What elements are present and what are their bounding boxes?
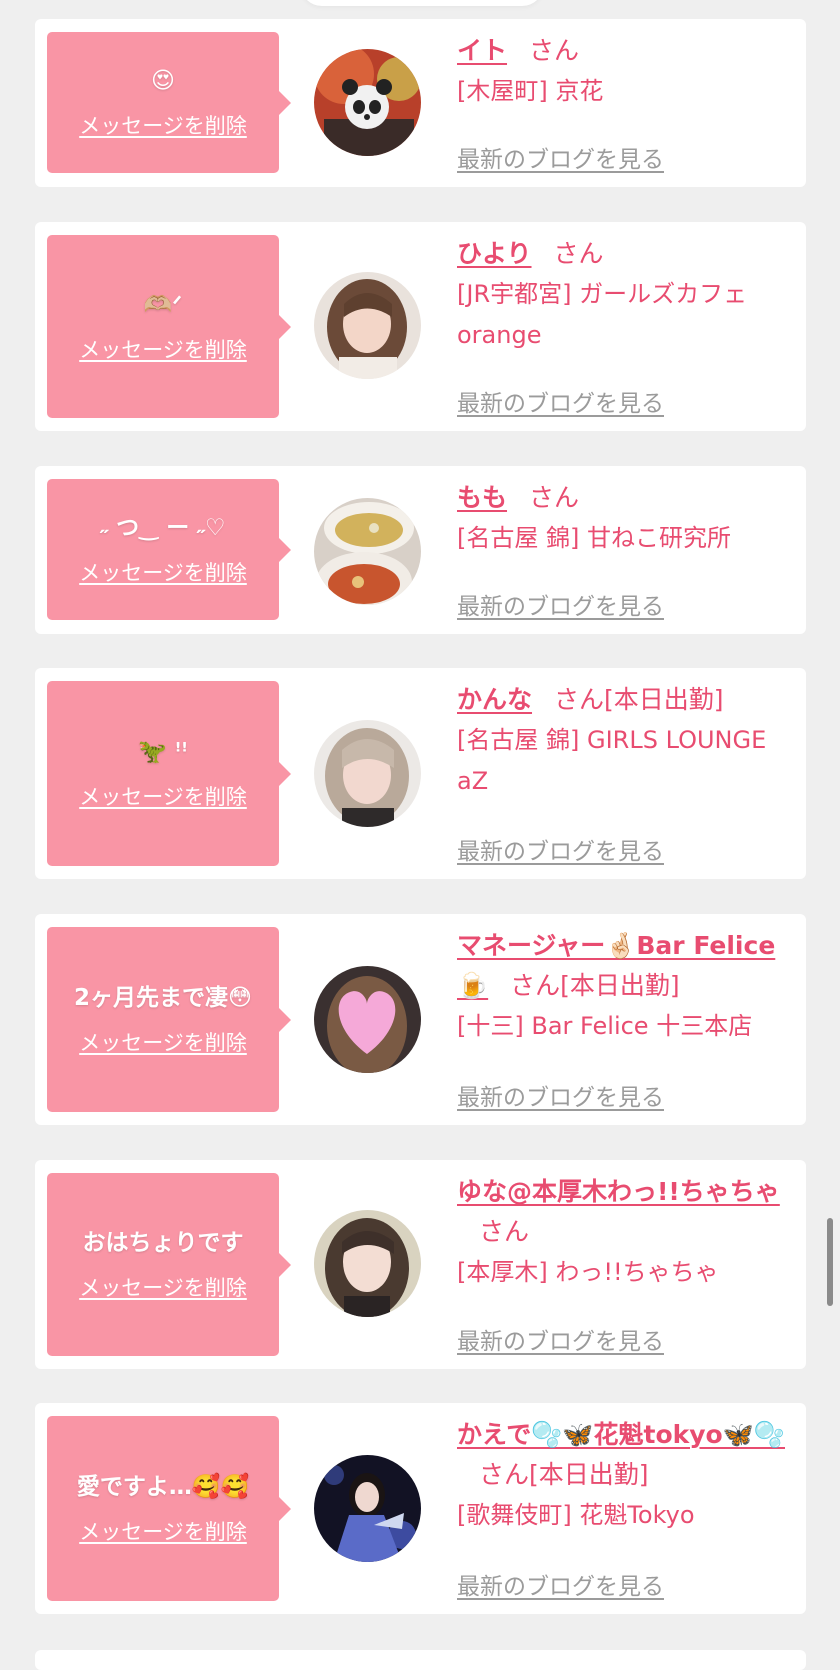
honorific: さん — [479, 1217, 530, 1246]
latest-blog-link[interactable]: 最新のブログを見る — [457, 587, 664, 621]
message-bubble: ˶ つ‿ ー ˶♡ メッセージを削除 — [47, 479, 291, 620]
message-card: 愛ですよ…🥰🥰 メッセージを削除 かえで🫧🦋花魁tokyo🦋🫧 さん[本日出勤] … — [35, 1403, 806, 1614]
latest-blog-link[interactable]: 最新のブログを見る — [457, 384, 664, 418]
avatar[interactable] — [314, 720, 421, 827]
card-info: マネージャー🤞🏻Bar Felice🍺 さん[本日出勤] [十三] Bar Fel… — [457, 926, 797, 1111]
message-bubble: おはちょりです メッセージを削除 — [47, 1173, 291, 1356]
message-bubble: 愛ですよ…🥰🥰 メッセージを削除 — [47, 1416, 291, 1601]
message-bubble: 🫶🏼ᐟ‪‪ メッセージを削除 — [47, 235, 291, 418]
message-card: ˶ つ‿ ー ˶♡ メッセージを削除 もも さん [名古屋 錦] 甘ねこ研究所 最… — [35, 466, 806, 634]
shop-name: [JR宇都宮] ガールズカフェ orange — [457, 280, 748, 349]
next-card-edge — [35, 1650, 806, 1670]
cast-name-link[interactable]: ひより — [457, 239, 532, 268]
avatar[interactable] — [314, 272, 421, 379]
shop-name: [名古屋 錦] GIRLS LOUNGE aZ — [457, 726, 767, 795]
cast-name-link[interactable]: ゆな@本厚木わっ!!ちゃちゃ — [457, 1177, 780, 1206]
scrollbar[interactable] — [827, 1218, 833, 1306]
name-line: イト さん — [457, 31, 797, 71]
delete-message-link[interactable]: メッセージを削除 — [79, 1516, 247, 1546]
name-line: ひより さん — [457, 234, 797, 274]
latest-blog-link[interactable]: 最新のブログを見る — [457, 832, 664, 866]
message-card: 2ヶ月先まで凄😳 メッセージを削除 マネージャー🤞🏻Bar Felice🍺 さん[… — [35, 914, 806, 1125]
card-info: ゆな@本厚木わっ!!ちゃちゃさん [本厚木] わっ!!ちゃちゃ 最新のブログを見… — [457, 1172, 797, 1355]
latest-blog-link[interactable]: 最新のブログを見る — [457, 1567, 664, 1601]
delete-message-link[interactable]: メッセージを削除 — [79, 1027, 247, 1057]
cast-name-link[interactable]: かんな — [457, 685, 532, 714]
honorific: さん — [510, 971, 561, 1000]
name-line: かんな さん[本日出勤] — [457, 680, 797, 720]
cast-name-link[interactable]: イト — [457, 36, 507, 65]
working-status: [本日出勤] — [560, 971, 680, 1000]
name-line: かえで🫧🦋花魁tokyo🦋🫧 さん[本日出勤] — [457, 1415, 797, 1495]
card-info: かんな さん[本日出勤] [名古屋 錦] GIRLS LOUNGE aZ 最新のブ… — [457, 680, 797, 865]
honorific: さん — [529, 36, 580, 65]
shop-name: [本厚木] わっ!!ちゃちゃ — [457, 1258, 719, 1286]
delete-message-link[interactable]: メッセージを削除 — [79, 334, 247, 364]
name-line: ゆな@本厚木わっ!!ちゃちゃさん — [457, 1172, 797, 1252]
message-bubble: 🦖 ꜝꜝ メッセージを削除 — [47, 681, 291, 866]
card-info: もも さん [名古屋 錦] 甘ねこ研究所 最新のブログを見る — [457, 478, 797, 620]
delete-message-link[interactable]: メッセージを削除 — [79, 110, 247, 140]
avatar[interactable] — [314, 1455, 421, 1562]
avatar[interactable] — [314, 49, 421, 156]
latest-blog-link[interactable]: 最新のブログを見る — [457, 140, 664, 174]
working-status: [本日出勤] — [604, 685, 724, 714]
shop-name: [名古屋 錦] 甘ねこ研究所 — [457, 524, 731, 552]
top-tab — [300, 0, 544, 6]
message-bubble: 2ヶ月先まで凄😳 メッセージを削除 — [47, 927, 291, 1112]
avatar[interactable] — [314, 1210, 421, 1317]
delete-message-link[interactable]: メッセージを削除 — [79, 781, 247, 811]
message-card: 😍 メッセージを削除 イト さん [木屋町] 京花 最新のブログを見る — [35, 19, 806, 187]
shop-name: [木屋町] 京花 — [457, 77, 604, 105]
message-text: 2ヶ月先まで凄😳 — [74, 984, 252, 1011]
card-info: かえで🫧🦋花魁tokyo🦋🫧 さん[本日出勤] [歌舞伎町] 花魁Tokyo 最新… — [457, 1415, 797, 1600]
message-text: おはちょりです — [82, 1229, 244, 1256]
avatar[interactable] — [314, 966, 421, 1073]
message-text: ˶ つ‿ ー ˶♡ — [100, 514, 226, 541]
message-card: おはちょりです メッセージを削除 ゆな@本厚木わっ!!ちゃちゃさん [本厚木] … — [35, 1160, 806, 1369]
latest-blog-link[interactable]: 最新のブログを見る — [457, 1322, 664, 1356]
name-line: もも さん — [457, 478, 797, 518]
card-info: イト さん [木屋町] 京花 最新のブログを見る — [457, 31, 797, 173]
honorific: さん — [479, 1460, 530, 1489]
latest-blog-link[interactable]: 最新のブログを見る — [457, 1078, 664, 1112]
message-text: 🦖 ꜝꜝ — [138, 738, 188, 765]
shop-name: [十三] Bar Felice 十三本店 — [457, 1012, 753, 1040]
cast-name-link[interactable]: もも — [457, 483, 507, 512]
message-bubble: 😍 メッセージを削除 — [47, 32, 291, 173]
message-text: 😍 — [151, 67, 175, 94]
message-text: 🫶🏼ᐟ‪‪ — [143, 291, 183, 318]
name-line: マネージャー🤞🏻Bar Felice🍺 さん[本日出勤] — [457, 926, 797, 1006]
message-card: 🦖 ꜝꜝ メッセージを削除 かんな さん[本日出勤] [名古屋 錦] GIRLS … — [35, 668, 806, 879]
working-status: [本日出勤] — [529, 1460, 649, 1489]
delete-message-link[interactable]: メッセージを削除 — [79, 557, 247, 587]
honorific: さん — [529, 483, 580, 512]
delete-message-link[interactable]: メッセージを削除 — [79, 1272, 247, 1302]
cast-name-link[interactable]: かえで🫧🦋花魁tokyo🦋🫧 — [457, 1420, 785, 1449]
message-card: 🫶🏼ᐟ‪‪ メッセージを削除 ひより さん [JR宇都宮] ガールズカフェ ora… — [35, 222, 806, 431]
avatar[interactable] — [314, 498, 421, 605]
card-info: ひより さん [JR宇都宮] ガールズカフェ orange 最新のブログを見る — [457, 234, 797, 417]
shop-name: [歌舞伎町] 花魁Tokyo — [457, 1501, 695, 1529]
honorific: さん — [553, 239, 604, 268]
honorific: さん — [554, 685, 605, 714]
message-text: 愛ですよ…🥰🥰 — [76, 1473, 250, 1500]
